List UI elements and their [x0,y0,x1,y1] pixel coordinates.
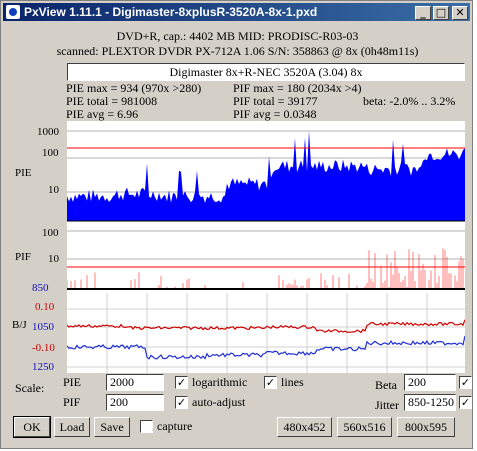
ok-button[interactable]: OK [13,416,51,438]
scale-label: Scale: [15,381,45,395]
beta-range: beta: -2.0% .. 3.2% [363,94,456,108]
pie-scale-input[interactable]: 2000 [106,374,164,391]
beta-scale-input[interactable]: 200 [404,374,456,391]
window-title: PxView 1.11.1 - Digimaster-8xplusR-3520A… [24,5,318,19]
capture-label: capture [157,419,193,433]
auto-adjust-label: auto-adjust [192,395,246,409]
title-bar[interactable]: PxView 1.11.1 - Digimaster-8xplusR-3520A… [3,3,470,21]
load-button[interactable]: Load [54,417,90,437]
scale-pie-label: PIE [63,375,81,389]
pif-tick-100: 100 [42,227,59,239]
beta-series [67,319,465,334]
lines-label: lines [281,375,304,389]
beta-tick-minus-010: -0.10 [32,342,55,354]
scan-info-line: scanned: PLEXTOR DVDR PX-712A 1.06 S/N: … [56,44,419,58]
jitter-scale-input[interactable]: 850-1250 [404,394,456,411]
maximize-button[interactable]: □ [433,6,449,20]
jitter-tick-1250: 1250 [32,361,54,373]
pxview-window: PxView 1.11.1 - Digimaster-8xplusR-3520A… [0,0,473,449]
scan-graph-svg [67,130,465,373]
size-480x452-button[interactable]: 480x452 [277,417,332,437]
scale-pif-label: PIF [63,395,81,409]
logarithmic-label: logarithmic [192,375,248,389]
bj-axis-label: B/J [12,319,27,331]
size-560x516-button[interactable]: 560x516 [337,417,392,437]
close-button[interactable]: ✕ [452,6,468,20]
pif-tick-10: 10 [48,253,59,265]
pif-scale-input[interactable]: 200 [106,394,164,411]
minimize-button[interactable]: _ [415,6,431,20]
jitter-tick-1050: 1050 [32,321,54,333]
scan-graph [67,121,465,373]
beta-tick-010: 0.10 [35,301,55,313]
beta-checkbox[interactable]: ✓ [459,376,472,389]
beta-scale-label: Beta [375,378,397,392]
pie-tick-100: 100 [42,147,59,159]
pie-avg: PIE avg = 6.96 [66,107,139,121]
pif-avg: PIF avg = 0.0348 [233,107,317,121]
pie-tick-10: 10 [48,184,59,196]
pie-tick-1000: 1000 [37,126,59,138]
save-button[interactable]: Save [94,417,130,437]
jitter-scale-label: Jitter [375,398,399,412]
auto-adjust-checkbox[interactable]: ✓ [175,396,188,409]
jitter-checkbox[interactable]: ✓ [459,396,472,409]
pie-axis-label: PIE [15,167,32,179]
capture-checkbox[interactable] [140,420,153,433]
size-800x595-button[interactable]: 800x595 [397,417,455,437]
pif-axis-label: PIF [15,251,31,263]
test-title-field[interactable]: Digimaster 8x+R-NEC 3520A (3.04) 8x [67,63,465,81]
app-icon [6,5,20,19]
jitter-tick-850: 850 [32,282,49,294]
lines-checkbox[interactable]: ✓ [264,376,277,389]
disc-info-line: DVD+R, cap.: 4402 MB MID: PRODISC-R03-03 [116,29,359,43]
logarithmic-checkbox[interactable]: ✓ [175,376,188,389]
pie-series [67,131,465,221]
